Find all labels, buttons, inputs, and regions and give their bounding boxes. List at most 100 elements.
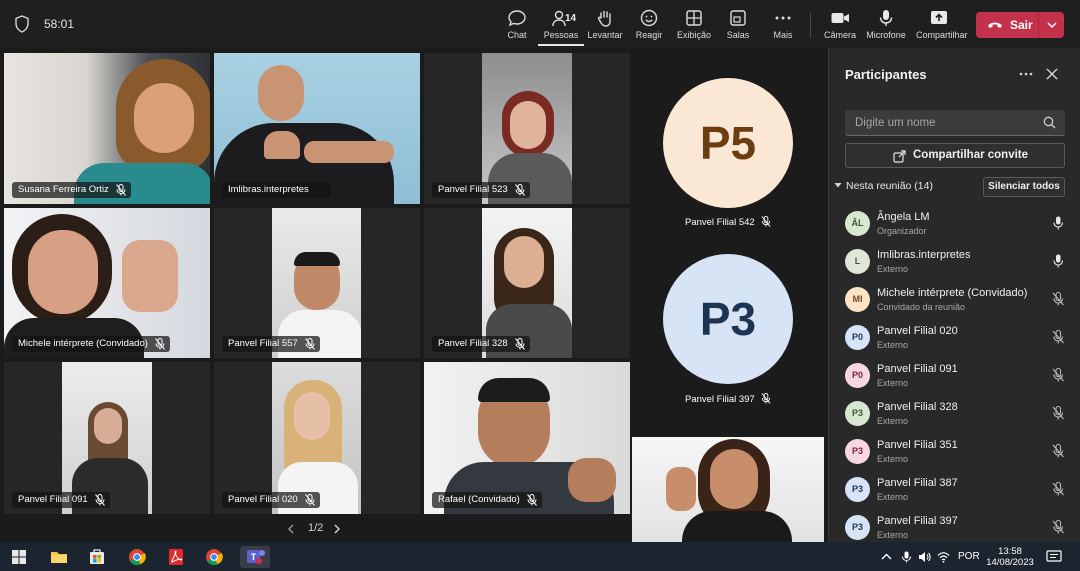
- avatar-name-label: Panvel Filial 397: [685, 393, 771, 405]
- camera-icon: [831, 13, 849, 23]
- participant-avatar-p5[interactable]: P5: [663, 78, 793, 208]
- video-tile[interactable]: Panvel Filial 020: [214, 362, 420, 514]
- participant-role: Externo: [877, 530, 909, 540]
- mic-muted-icon[interactable]: [1052, 482, 1064, 496]
- video-tile[interactable]: Susana Ferreira Ortiz: [4, 53, 210, 204]
- participant-name: Panvel Filial 397: [877, 515, 958, 527]
- react-button[interactable]: Reagir: [626, 6, 672, 46]
- participant-role: Externo: [877, 340, 909, 350]
- participant-row[interactable]: P0 Panvel Filial 020 Externo: [829, 320, 1080, 358]
- video-tile[interactable]: Panvel Filial 328: [424, 208, 630, 358]
- avatar: P3: [845, 439, 870, 464]
- video-tile[interactable]: Rafael (Convidado): [424, 362, 630, 514]
- breakout-rooms-button[interactable]: Salas: [715, 6, 761, 46]
- raise-hand-button[interactable]: Levantar: [582, 6, 628, 46]
- video-tile[interactable]: Imlibras.interpretes: [214, 53, 420, 204]
- mic-muted-icon: [94, 494, 105, 506]
- more-button[interactable]: Mais: [760, 6, 806, 46]
- rooms-icon: [730, 10, 746, 26]
- participant-row[interactable]: MI Michele intérprete (Convidado) Convidad…: [829, 282, 1080, 320]
- participant-name-label: Panvel Filial 328: [432, 336, 530, 352]
- system-clock[interactable]: 13:58 14/08/2023: [984, 546, 1036, 568]
- participant-name-label: Panvel Filial 020: [222, 492, 320, 508]
- chevron-right-icon[interactable]: [332, 524, 342, 534]
- participant-name: Panvel Filial 351: [877, 439, 958, 451]
- avatar: P3: [845, 477, 870, 502]
- gallery-pager: 1/2: [286, 520, 356, 538]
- self-view-video[interactable]: [632, 437, 824, 542]
- close-icon[interactable]: [1046, 68, 1058, 80]
- mic-muted-icon: [761, 393, 771, 404]
- participant-name-label: Panvel Filial 557: [222, 336, 320, 352]
- wifi-icon[interactable]: [937, 551, 950, 563]
- input-language-indicator[interactable]: POR: [958, 551, 980, 562]
- video-feed: [632, 437, 824, 542]
- mic-muted-icon[interactable]: [1052, 520, 1064, 534]
- avatar: P3: [845, 401, 870, 426]
- video-tile[interactable]: Panvel Filial 523: [424, 53, 630, 204]
- meeting-toolbar: 58:01 Chat 14 Pessoas Levantar Reagir Ex…: [0, 0, 1080, 48]
- people-button[interactable]: 14 Pessoas: [538, 6, 584, 46]
- mic-muted-icon[interactable]: [1052, 368, 1064, 382]
- participant-row[interactable]: ÂL Ângela LM Organizador: [829, 206, 1080, 244]
- teams-icon[interactable]: T: [240, 546, 270, 568]
- video-tile[interactable]: Panvel Filial 091: [4, 362, 210, 514]
- participant-search-input[interactable]: [845, 110, 1065, 136]
- mic-muted-icon[interactable]: [1052, 292, 1064, 306]
- leave-button[interactable]: Sair: [976, 12, 1038, 38]
- ellipsis-icon[interactable]: [1019, 72, 1033, 76]
- file-explorer-icon[interactable]: [48, 546, 70, 568]
- view-button[interactable]: Exibição: [671, 6, 717, 46]
- participant-row[interactable]: P0 Panvel Filial 091 Externo: [829, 358, 1080, 396]
- participant-name-label: Imlibras.interpretes: [222, 182, 331, 198]
- participant-video: [504, 236, 544, 288]
- participant-name-label: Michele intérprete (Convidado): [12, 336, 170, 352]
- share-invite-button[interactable]: Compartilhar convite: [845, 143, 1065, 168]
- notification-icon[interactable]: [1046, 550, 1062, 564]
- participant-row[interactable]: P3 Panvel Filial 328 Externo: [829, 396, 1080, 434]
- windows-start-icon[interactable]: [8, 546, 30, 568]
- camera-button[interactable]: Câmera: [817, 6, 863, 46]
- video-tile[interactable]: Panvel Filial 557: [214, 208, 420, 358]
- microphone-icon[interactable]: [900, 551, 913, 563]
- acrobat-icon[interactable]: [165, 546, 187, 568]
- mic-muted-icon[interactable]: [1052, 330, 1064, 344]
- participant-row[interactable]: P3 Panvel Filial 387 Externo: [829, 472, 1080, 510]
- microphone-icon[interactable]: [1052, 216, 1064, 230]
- speaker-icon[interactable]: [918, 551, 931, 563]
- participant-video: [304, 141, 394, 163]
- share-screen-button[interactable]: Compartilhar: [916, 6, 968, 46]
- participant-role: Externo: [877, 416, 909, 426]
- participant-avatar-p3[interactable]: P3: [663, 254, 793, 384]
- ellipsis-icon: [775, 16, 791, 20]
- participant-name: Panvel Filial 020: [877, 325, 958, 337]
- search-icon: [1043, 116, 1056, 129]
- chevron-up-icon[interactable]: [880, 551, 893, 563]
- chat-button[interactable]: Chat: [494, 6, 540, 46]
- mute-all-button[interactable]: Silenciar todos: [983, 177, 1065, 197]
- store-icon[interactable]: [86, 546, 108, 568]
- microphone-button[interactable]: Microfone: [863, 6, 909, 46]
- section-header[interactable]: Nesta reunião (14): [834, 180, 933, 192]
- mic-muted-icon: [761, 216, 771, 227]
- video-tile[interactable]: Michele intérprete (Convidado): [4, 208, 210, 358]
- participant-name: Panvel Filial 387: [877, 477, 958, 489]
- participant-row[interactable]: L Imlibras.interpretes Externo: [829, 244, 1080, 282]
- avatar: ÂL: [845, 211, 870, 236]
- chrome-icon[interactable]: [126, 546, 148, 568]
- grid-view-icon: [686, 10, 702, 26]
- chevron-left-icon[interactable]: [286, 524, 296, 534]
- participant-name-label: Rafael (Convidado): [432, 492, 542, 508]
- chevron-down-icon: [1047, 22, 1057, 29]
- mic-muted-icon[interactable]: [1052, 406, 1064, 420]
- mic-muted-icon[interactable]: [1052, 444, 1064, 458]
- shield-icon[interactable]: [14, 15, 30, 33]
- participant-role: Convidado da reunião: [877, 302, 966, 312]
- chrome-icon[interactable]: [203, 546, 225, 568]
- participant-row[interactable]: P3 Panvel Filial 351 Externo: [829, 434, 1080, 472]
- participant-name: Ângela LM: [877, 211, 930, 223]
- leave-options-dropdown[interactable]: [1038, 12, 1064, 38]
- participant-video: [568, 458, 616, 502]
- microphone-icon[interactable]: [1052, 254, 1064, 268]
- hang-up-icon: [988, 22, 1002, 28]
